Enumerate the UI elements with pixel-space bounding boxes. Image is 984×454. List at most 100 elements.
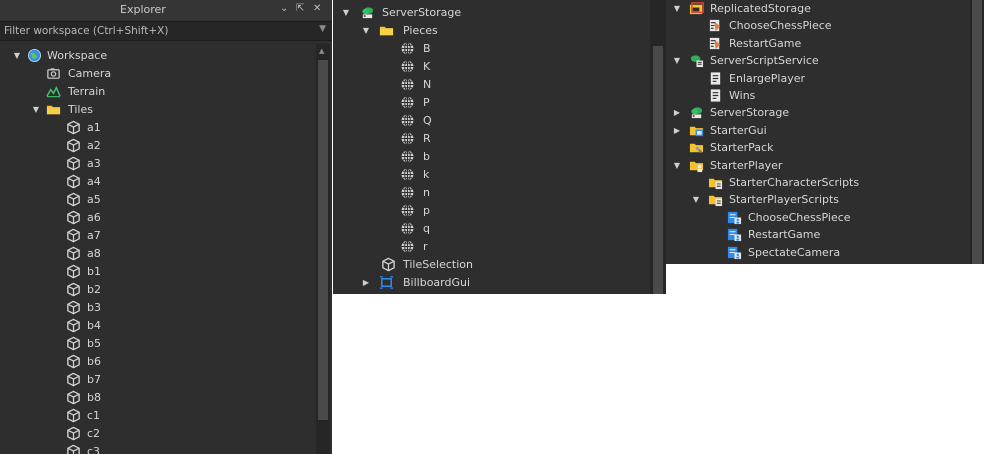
tree-item-b2[interactable]: b2 [0,281,332,298]
tree-item-c2[interactable]: c2 [0,425,332,442]
tree-item-p[interactable]: P [333,94,666,111]
tree-item-b1[interactable]: b1 [0,263,332,280]
expand-arrow-down-icon[interactable]: ▼ [672,0,682,17]
popout-icon[interactable]: ⇱ [296,3,304,14]
tree-item-c1[interactable]: c1 [0,407,332,424]
expand-arrow-down-icon[interactable]: ▼ [12,47,22,64]
mesh-globe-icon [400,203,415,218]
tree-item-billboardgui[interactable]: ▶ BillboardGui [333,274,666,291]
tree-item-serverscriptservice[interactable]: ▼ ServerScriptService [666,52,984,69]
tree-item-k[interactable]: k [333,166,666,183]
tree-item-serverstorage[interactable]: ▼ ServerStorage [333,4,666,21]
tree-item-label: RestartGame [748,228,821,241]
tree-item-starterplayerscripts[interactable]: ▼ StarterPlayerScripts [666,191,984,208]
mesh-globe-icon [400,185,415,200]
tree-item-b3[interactable]: b3 [0,299,332,316]
tree-item-a1[interactable]: a1 [0,119,332,136]
tree-item-r[interactable]: R [333,130,666,147]
tree-item-c3[interactable]: c3 [0,443,332,454]
tree-item-a3[interactable]: a3 [0,155,332,172]
part-cube-icon [66,174,81,189]
filter-workspace-input[interactable]: Filter workspace (Ctrl+Shift+X) ▼ [0,21,332,41]
tree-item-b5[interactable]: b5 [0,335,332,352]
tree-item-workspace[interactable]: ▼ Workspace [0,47,332,64]
tree-item-label: ReplicatedStorage [710,2,811,15]
tree-item-startercharacterscripts[interactable]: StarterCharacterScripts [666,174,984,191]
tree-item-enlargeplayer[interactable]: EnlargePlayer [666,70,984,87]
tree-item-q[interactable]: q [333,220,666,237]
collapse-icon[interactable]: ⌄ [280,3,288,14]
tree-item-label: a7 [87,229,101,242]
mesh-globe-icon [400,149,415,164]
expand-arrow-down-icon[interactable]: ▼ [691,191,701,208]
tree-item-camera[interactable]: Camera [0,65,332,82]
close-icon[interactable]: ✕ [313,3,321,14]
tree-item-choosechesspiece[interactable]: ChooseChessPiece [666,17,984,34]
workspace-globe-icon [27,48,42,63]
tree-item-a2[interactable]: a2 [0,137,332,154]
mesh-globe-icon [400,77,415,92]
expand-arrow-right-icon[interactable]: ▶ [361,274,371,291]
tree-item-b4[interactable]: b4 [0,317,332,334]
tree-item-label: ChooseChessPiece [729,19,832,32]
expand-arrow-right-icon[interactable]: ▶ [672,104,682,121]
tree-item-label: SpectateCamera [748,246,841,259]
tree-item-startergui[interactable]: ▶ StarterGui [666,122,984,139]
tree-item-tileselection[interactable]: TileSelection [333,256,666,273]
local-script-icon [708,36,723,51]
tree-item-a6[interactable]: a6 [0,209,332,226]
tree-item-starterpack[interactable]: StarterPack [666,139,984,156]
part-cube-icon [66,426,81,441]
part-cube-icon [66,336,81,351]
tree-item-starterplayer[interactable]: ▼ StarterPlayer [666,157,984,174]
starter-gui-icon [689,123,704,138]
tree-item-q[interactable]: Q [333,112,666,129]
tree-item-restartgame[interactable]: RestartGame [666,35,984,52]
tree-item-b[interactable]: b [333,148,666,165]
tree-item-a7[interactable]: a7 [0,227,332,244]
server-script-service-icon [689,53,704,68]
tree-item-a5[interactable]: a5 [0,191,332,208]
folder-icon [46,102,61,117]
expand-arrow-down-icon[interactable]: ▼ [361,22,371,39]
tree-item-b[interactable]: B [333,40,666,57]
tree-item-label: Q [423,114,432,127]
tree-item-b7[interactable]: b7 [0,371,332,388]
expand-arrow-right-icon[interactable]: ▶ [672,122,682,139]
expand-arrow-down-icon[interactable]: ▼ [341,4,351,21]
filter-dropdown-icon[interactable]: ▼ [319,24,326,34]
tree-item-serverstorage[interactable]: ▶ ServerStorage [666,104,984,121]
explorer-title: Explorer [120,3,166,16]
tree-item-wins[interactable]: Wins [666,87,984,104]
tree-item-a8[interactable]: a8 [0,245,332,262]
tree-item-label: K [423,60,431,73]
expand-arrow-down-icon[interactable]: ▼ [672,52,682,69]
tree-item-label: R [423,132,431,145]
tree-item-label: Camera [68,67,112,80]
tree-item-b6[interactable]: b6 [0,353,332,370]
expand-arrow-down-icon[interactable]: ▼ [672,157,682,174]
tree-item-spectatecamera[interactable]: SpectateCamera [666,244,984,261]
tree-item-label: EnlargePlayer [729,72,806,85]
server-storage-icon [689,105,704,120]
part-cube-icon [66,210,81,225]
tree-item-n[interactable]: n [333,184,666,201]
tree-item-n[interactable]: N [333,76,666,93]
replicated-storage-icon [689,1,704,16]
tree-item-terrain[interactable]: Terrain [0,83,332,100]
tree-item-choosechesspiece[interactable]: ChooseChessPiece [666,209,984,226]
tree-item-label: StarterCharacterScripts [729,176,860,189]
expand-arrow-down-icon[interactable]: ▼ [31,101,41,118]
tree-item-label: n [423,186,430,199]
tree-item-a4[interactable]: a4 [0,173,332,190]
tree-item-replicatedstorage[interactable]: ▼ ReplicatedStorage [666,0,984,17]
tree-item-k[interactable]: K [333,58,666,75]
tree-item-label: Terrain [68,85,106,98]
tree-item-pieces[interactable]: ▼ Pieces [333,22,666,39]
tree-item-b8[interactable]: b8 [0,389,332,406]
tree-item-p[interactable]: p [333,202,666,219]
tree-item-restartgame[interactable]: RestartGame [666,226,984,243]
tree-item-tiles[interactable]: ▼ Tiles [0,101,332,118]
tree-item-r[interactable]: r [333,238,666,255]
tree-item-label: b6 [87,355,101,368]
